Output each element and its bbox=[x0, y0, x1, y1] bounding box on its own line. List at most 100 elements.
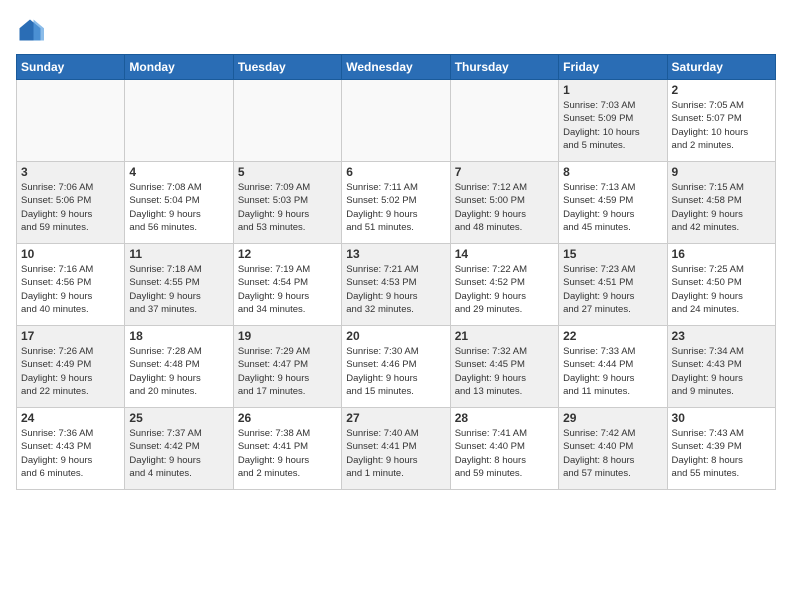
day-number: 22 bbox=[563, 329, 662, 343]
calendar-cell: 5 Sunrise: 7:09 AM Sunset: 5:03 PM Daylig… bbox=[233, 162, 341, 244]
day-info: Sunrise: 7:37 AM Sunset: 4:42 PM Dayligh… bbox=[129, 427, 228, 480]
calendar-cell: 30 Sunrise: 7:43 AM Sunset: 4:39 PM Dayli… bbox=[667, 408, 775, 490]
day-info: Sunrise: 7:11 AM Sunset: 5:02 PM Dayligh… bbox=[346, 181, 445, 234]
day-info: Sunrise: 7:21 AM Sunset: 4:53 PM Dayligh… bbox=[346, 263, 445, 316]
day-info: Sunrise: 7:43 AM Sunset: 4:39 PM Dayligh… bbox=[672, 427, 771, 480]
day-info: Sunrise: 7:23 AM Sunset: 4:51 PM Dayligh… bbox=[563, 263, 662, 316]
day-number: 20 bbox=[346, 329, 445, 343]
day-info: Sunrise: 7:13 AM Sunset: 4:59 PM Dayligh… bbox=[563, 181, 662, 234]
calendar-row-4: 24Sunrise: 7:36 AM Sunset: 4:43 PM Dayli… bbox=[17, 408, 776, 490]
day-info: Sunrise: 7:15 AM Sunset: 4:58 PM Dayligh… bbox=[672, 181, 771, 234]
day-info: Sunrise: 7:32 AM Sunset: 4:45 PM Dayligh… bbox=[455, 345, 554, 398]
day-number: 17 bbox=[21, 329, 120, 343]
day-info: Sunrise: 7:03 AM Sunset: 5:09 PM Dayligh… bbox=[563, 99, 662, 152]
day-number: 27 bbox=[346, 411, 445, 425]
calendar-cell: 8 Sunrise: 7:13 AM Sunset: 4:59 PM Daylig… bbox=[559, 162, 667, 244]
day-number: 26 bbox=[238, 411, 337, 425]
day-info: Sunrise: 7:08 AM Sunset: 5:04 PM Dayligh… bbox=[129, 181, 228, 234]
day-info: Sunrise: 7:29 AM Sunset: 4:47 PM Dayligh… bbox=[238, 345, 337, 398]
header-cell-wednesday: Wednesday bbox=[342, 55, 450, 80]
calendar-cell bbox=[450, 80, 558, 162]
calendar-cell: 29 Sunrise: 7:42 AM Sunset: 4:40 PM Dayli… bbox=[559, 408, 667, 490]
day-info: Sunrise: 7:30 AM Sunset: 4:46 PM Dayligh… bbox=[346, 345, 445, 398]
day-info: Sunrise: 7:26 AM Sunset: 4:49 PM Dayligh… bbox=[21, 345, 120, 398]
day-number: 21 bbox=[455, 329, 554, 343]
calendar-cell: 12 Sunrise: 7:19 AM Sunset: 4:54 PM Dayli… bbox=[233, 244, 341, 326]
day-info: Sunrise: 7:16 AM Sunset: 4:56 PM Dayligh… bbox=[21, 263, 120, 316]
day-info: Sunrise: 7:40 AM Sunset: 4:41 PM Dayligh… bbox=[346, 427, 445, 480]
day-info: Sunrise: 7:34 AM Sunset: 4:43 PM Dayligh… bbox=[672, 345, 771, 398]
calendar-cell: 4Sunrise: 7:08 AM Sunset: 5:04 PM Daylig… bbox=[125, 162, 233, 244]
day-number: 12 bbox=[238, 247, 337, 261]
calendar-cell: 1 Sunrise: 7:03 AM Sunset: 5:09 PM Daylig… bbox=[559, 80, 667, 162]
day-number: 10 bbox=[21, 247, 120, 261]
day-number: 13 bbox=[346, 247, 445, 261]
day-number: 18 bbox=[129, 329, 228, 343]
calendar-cell: 3 Sunrise: 7:06 AM Sunset: 5:06 PM Daylig… bbox=[17, 162, 125, 244]
calendar-body: 1 Sunrise: 7:03 AM Sunset: 5:09 PM Daylig… bbox=[17, 80, 776, 490]
day-number: 23 bbox=[672, 329, 771, 343]
header-cell-thursday: Thursday bbox=[450, 55, 558, 80]
day-info: Sunrise: 7:18 AM Sunset: 4:55 PM Dayligh… bbox=[129, 263, 228, 316]
day-number: 5 bbox=[238, 165, 337, 179]
day-number: 9 bbox=[672, 165, 771, 179]
calendar-cell: 7Sunrise: 7:12 AM Sunset: 5:00 PM Daylig… bbox=[450, 162, 558, 244]
calendar-cell: 6 Sunrise: 7:11 AM Sunset: 5:02 PM Daylig… bbox=[342, 162, 450, 244]
calendar-row-2: 10 Sunrise: 7:16 AM Sunset: 4:56 PM Dayli… bbox=[17, 244, 776, 326]
calendar-cell: 28 Sunrise: 7:41 AM Sunset: 4:40 PM Dayli… bbox=[450, 408, 558, 490]
logo-icon bbox=[16, 16, 44, 44]
calendar-cell: 19 Sunrise: 7:29 AM Sunset: 4:47 PM Dayli… bbox=[233, 326, 341, 408]
header-cell-sunday: Sunday bbox=[17, 55, 125, 80]
day-info: Sunrise: 7:19 AM Sunset: 4:54 PM Dayligh… bbox=[238, 263, 337, 316]
calendar-cell: 13 Sunrise: 7:21 AM Sunset: 4:53 PM Dayli… bbox=[342, 244, 450, 326]
day-number: 8 bbox=[563, 165, 662, 179]
day-number: 19 bbox=[238, 329, 337, 343]
calendar-cell: 24Sunrise: 7:36 AM Sunset: 4:43 PM Dayli… bbox=[17, 408, 125, 490]
calendar-cell: 20 Sunrise: 7:30 AM Sunset: 4:46 PM Dayli… bbox=[342, 326, 450, 408]
day-info: Sunrise: 7:38 AM Sunset: 4:41 PM Dayligh… bbox=[238, 427, 337, 480]
calendar-cell: 21 Sunrise: 7:32 AM Sunset: 4:45 PM Dayli… bbox=[450, 326, 558, 408]
calendar-cell: 2 Sunrise: 7:05 AM Sunset: 5:07 PM Daylig… bbox=[667, 80, 775, 162]
header-cell-friday: Friday bbox=[559, 55, 667, 80]
day-number: 15 bbox=[563, 247, 662, 261]
calendar-table: SundayMondayTuesdayWednesdayThursdayFrid… bbox=[16, 54, 776, 490]
day-number: 1 bbox=[563, 83, 662, 97]
calendar-row-1: 3 Sunrise: 7:06 AM Sunset: 5:06 PM Daylig… bbox=[17, 162, 776, 244]
calendar-cell bbox=[125, 80, 233, 162]
day-number: 6 bbox=[346, 165, 445, 179]
day-info: Sunrise: 7:22 AM Sunset: 4:52 PM Dayligh… bbox=[455, 263, 554, 316]
day-info: Sunrise: 7:05 AM Sunset: 5:07 PM Dayligh… bbox=[672, 99, 771, 152]
day-number: 25 bbox=[129, 411, 228, 425]
day-info: Sunrise: 7:25 AM Sunset: 4:50 PM Dayligh… bbox=[672, 263, 771, 316]
day-info: Sunrise: 7:42 AM Sunset: 4:40 PM Dayligh… bbox=[563, 427, 662, 480]
day-info: Sunrise: 7:12 AM Sunset: 5:00 PM Dayligh… bbox=[455, 181, 554, 234]
calendar-cell: 11 Sunrise: 7:18 AM Sunset: 4:55 PM Dayli… bbox=[125, 244, 233, 326]
day-info: Sunrise: 7:41 AM Sunset: 4:40 PM Dayligh… bbox=[455, 427, 554, 480]
day-number: 30 bbox=[672, 411, 771, 425]
day-info: Sunrise: 7:09 AM Sunset: 5:03 PM Dayligh… bbox=[238, 181, 337, 234]
day-number: 28 bbox=[455, 411, 554, 425]
day-number: 11 bbox=[129, 247, 228, 261]
calendar-cell bbox=[342, 80, 450, 162]
calendar-cell: 18Sunrise: 7:28 AM Sunset: 4:48 PM Dayli… bbox=[125, 326, 233, 408]
calendar-cell: 17 Sunrise: 7:26 AM Sunset: 4:49 PM Dayli… bbox=[17, 326, 125, 408]
day-number: 3 bbox=[21, 165, 120, 179]
day-info: Sunrise: 7:06 AM Sunset: 5:06 PM Dayligh… bbox=[21, 181, 120, 234]
day-number: 29 bbox=[563, 411, 662, 425]
day-info: Sunrise: 7:33 AM Sunset: 4:44 PM Dayligh… bbox=[563, 345, 662, 398]
calendar-row-3: 17 Sunrise: 7:26 AM Sunset: 4:49 PM Dayli… bbox=[17, 326, 776, 408]
day-number: 14 bbox=[455, 247, 554, 261]
calendar-cell: 14 Sunrise: 7:22 AM Sunset: 4:52 PM Dayli… bbox=[450, 244, 558, 326]
day-number: 2 bbox=[672, 83, 771, 97]
calendar-cell: 26 Sunrise: 7:38 AM Sunset: 4:41 PM Dayli… bbox=[233, 408, 341, 490]
header-cell-monday: Monday bbox=[125, 55, 233, 80]
calendar-cell: 16Sunrise: 7:25 AM Sunset: 4:50 PM Dayli… bbox=[667, 244, 775, 326]
calendar-cell: 25 Sunrise: 7:37 AM Sunset: 4:42 PM Dayli… bbox=[125, 408, 233, 490]
calendar-cell: 27 Sunrise: 7:40 AM Sunset: 4:41 PM Dayli… bbox=[342, 408, 450, 490]
calendar-cell: 23 Sunrise: 7:34 AM Sunset: 4:43 PM Dayli… bbox=[667, 326, 775, 408]
calendar-cell bbox=[17, 80, 125, 162]
logo bbox=[16, 16, 48, 44]
header-cell-tuesday: Tuesday bbox=[233, 55, 341, 80]
calendar-cell: 22 Sunrise: 7:33 AM Sunset: 4:44 PM Dayli… bbox=[559, 326, 667, 408]
calendar-row-0: 1 Sunrise: 7:03 AM Sunset: 5:09 PM Daylig… bbox=[17, 80, 776, 162]
